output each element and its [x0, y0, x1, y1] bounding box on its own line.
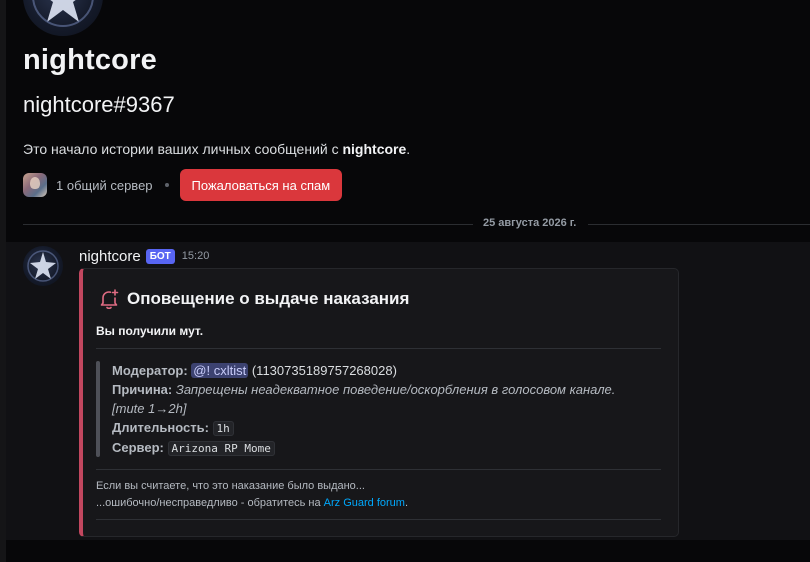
bottom-strip [6, 540, 810, 562]
bot-tag: БОТ [145, 248, 175, 264]
field-server: Сервер: Arizona RP Mome [112, 438, 615, 458]
moderator-mention[interactable]: @! cxltist [191, 363, 249, 378]
embed-separator-bottom [96, 519, 661, 520]
reason-label: Причина: [112, 382, 173, 397]
dm-channel: nightcore nightcore#9367 Это начало исто… [0, 0, 810, 562]
embed-fields-quote: Модератор: @! cxltist (11307351897572680… [96, 361, 661, 461]
embed-separator-middle [96, 469, 661, 470]
intro-suffix: . [406, 141, 411, 157]
mutual-row: 1 общий сервер Пожаловаться на спам [23, 169, 343, 201]
footer-line-2-prefix: ...ошибочно/несправедливо - обратитесь н… [96, 497, 324, 509]
profile-avatar[interactable] [23, 0, 103, 36]
footer-line-2-suffix: . [404, 497, 409, 509]
moderator-label: Модератор: [112, 363, 188, 378]
star-logo-icon [32, 0, 94, 27]
date-divider: 25 августа 2026 г. [23, 216, 810, 232]
duration-value: 1h [212, 421, 234, 436]
embed-card: Оповещение о выдаче наказания Вы получил… [79, 268, 679, 537]
embed-separator-top [96, 348, 661, 349]
intro-name: nightcore [342, 141, 407, 157]
duration-label: Длительность: [112, 420, 209, 435]
star-logo-icon [27, 250, 59, 282]
field-reason: Причина: Запрещены неадекватное поведени… [112, 380, 615, 399]
divider-date: 25 августа 2026 г. [483, 217, 577, 229]
field-duration: Длительность: 1h [112, 418, 615, 438]
quote-bar [96, 361, 100, 457]
bell-plus-icon [100, 289, 119, 310]
footer-line-1: Если вы считаете, что это наказание было… [96, 480, 365, 492]
profile-username: nightcore#9367 [23, 92, 175, 117]
message-author[interactable]: nightcore [79, 248, 141, 265]
arz-guard-forum-link[interactable]: Arz Guard forum [324, 497, 405, 509]
embed-footer: Если вы считаете, что это наказание было… [96, 478, 408, 512]
profile-display-name: nightcore [23, 44, 157, 76]
moderator-id: (1130735189757268028) [251, 363, 397, 378]
embed-title: Оповещение о выдаче наказания [127, 289, 410, 308]
embed-title-row: Оповещение о выдаче наказания [97, 287, 409, 311]
dm-intro-text: Это начало истории ваших личных сообщени… [23, 141, 410, 157]
embed-description: Вы получили мут. [96, 324, 204, 338]
quote-content: Модератор: @! cxltist (11307351897572680… [112, 361, 615, 458]
server-value: Arizona RP Mome [167, 441, 275, 456]
intro-prefix: Это начало истории ваших личных сообщени… [23, 141, 343, 157]
field-moderator: Модератор: @! cxltist (11307351897572680… [112, 361, 615, 380]
message-header: nightcore БОТ 15:20 [79, 246, 209, 266]
report-spam-button[interactable]: Пожаловаться на спам [179, 169, 343, 201]
message-avatar[interactable] [23, 246, 63, 286]
reason-value: Запрещены неадекватное поведение/оскорбл… [175, 382, 616, 397]
footer-line-2: ...ошибочно/несправедливо - обратитесь н… [96, 495, 408, 512]
divider-line-left [23, 224, 473, 225]
dot-separator [164, 183, 169, 187]
field-reason-tag: [mute 1→2h] [112, 399, 615, 418]
mutual-servers-link[interactable]: 1 общий сервер [56, 178, 153, 193]
server-label: Сервер: [112, 440, 164, 455]
mutual-server-icon[interactable] [23, 173, 47, 197]
message-item[interactable]: nightcore БОТ 15:20 Оповещение о выдаче … [6, 242, 810, 540]
divider-line-right [588, 224, 810, 225]
message-timestamp[interactable]: 15:20 [182, 250, 210, 262]
reason-tag: [mute 1→2h] [112, 401, 187, 416]
